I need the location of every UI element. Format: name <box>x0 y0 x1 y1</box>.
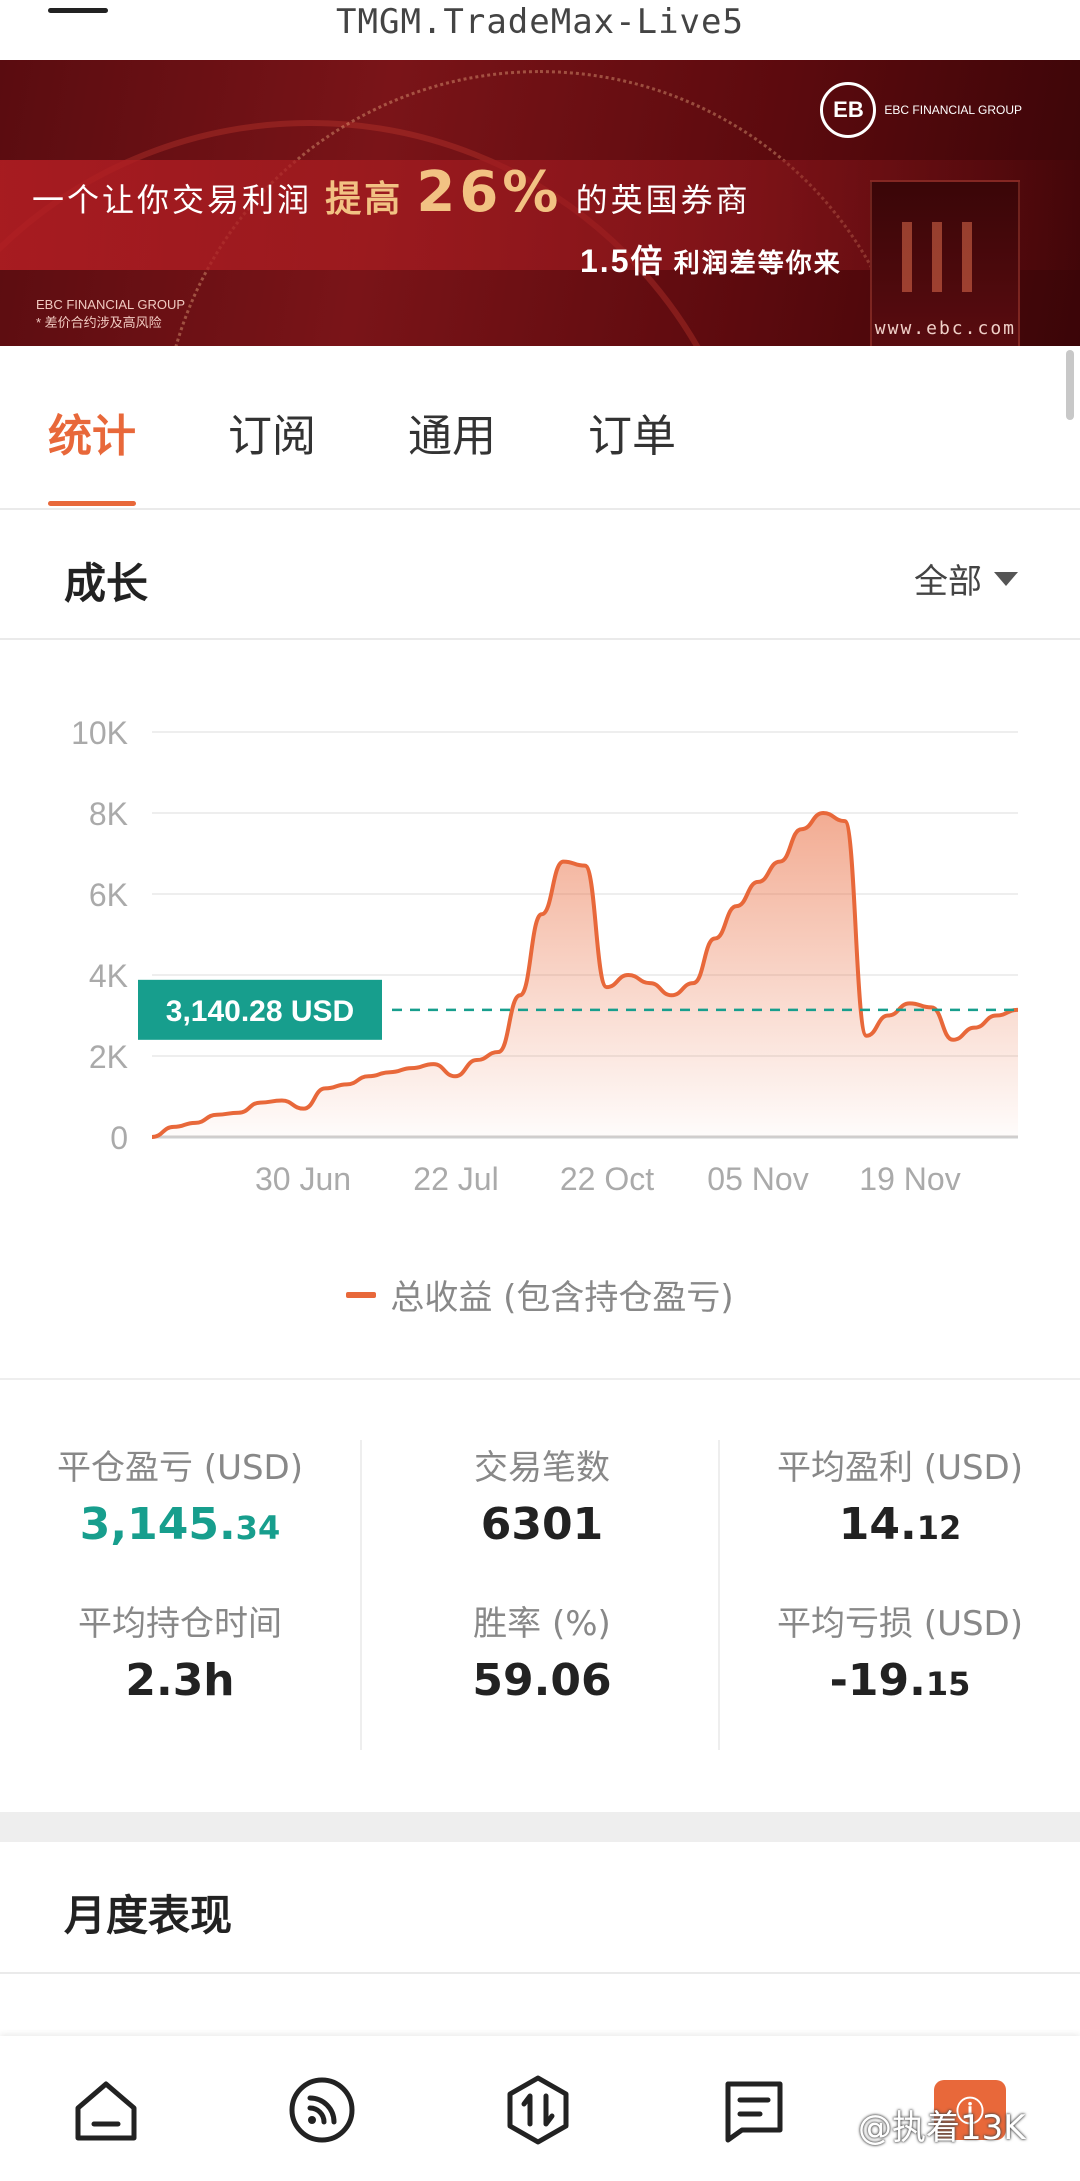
legend-swatch <box>346 1291 377 1298</box>
stats-column: 平仓盈亏 (USD) 3,145.34 平均持仓时间 2.3h <box>0 1440 360 1750</box>
y-tick-label: 6K <box>89 877 128 913</box>
nav-orders[interactable] <box>718 2074 790 2146</box>
y-tick-label: 8K <box>89 796 128 832</box>
stats-column: 平均盈利 (USD) 14.12 平均亏损 (USD) -19.15 <box>720 1440 1080 1750</box>
stat-value: 59.06 <box>472 1655 612 1706</box>
current-value-label: 3,140.28 USD <box>166 995 354 1028</box>
y-tick-label: 10K <box>71 715 128 751</box>
tab-orders[interactable]: 订单 <box>588 346 676 506</box>
tab-statistics[interactable]: 统计 <box>48 346 136 506</box>
stat-value: 6301 <box>480 1499 604 1550</box>
stat-avg-hold-time: 平均持仓时间 2.3h <box>0 1596 360 1706</box>
stat-avg-profit: 平均盈利 (USD) 14.12 <box>720 1440 1080 1550</box>
tab-bar: 统计 订阅 通用 订单 <box>0 346 1080 506</box>
section-gap <box>0 1812 1080 1842</box>
y-tick-label: 0 <box>110 1120 128 1156</box>
stat-value: 2.3h <box>125 1655 235 1706</box>
stat-label: 平仓盈亏 (USD) <box>57 1448 303 1488</box>
stat-label: 交易笔数 <box>474 1448 610 1488</box>
x-tick-label: 05 Nov <box>707 1161 808 1197</box>
stat-label: 平均盈利 (USD) <box>777 1448 1023 1488</box>
growth-chart[interactable]: 0 2K 4K 6K 8K 10K 30 Jun 22 Jul 22 Oct 05 Nov 19 N… <box>0 640 1080 1380</box>
home-icon <box>75 2081 137 2141</box>
banner-url: www.ebc.com <box>874 318 1016 339</box>
watermark: @执着13K <box>858 2108 1026 2148</box>
ebc-logo: EB EBC FINANCIAL GROUP <box>820 82 1022 138</box>
growth-chart-svg: 0 2K 4K 6K 8K 10K 30 Jun 22 Jul 22 Oct 05 Nov 19 N… <box>71 715 1019 1197</box>
growth-filter-dropdown[interactable]: 全部 <box>914 554 1018 603</box>
feed-icon <box>289 2077 355 2143</box>
ad-banner[interactable]: 一个让你交易利润 提高 26% 的英国券商 1.5倍 利润差等你来 EBC FI… <box>0 60 1080 346</box>
tab-subscriptions[interactable]: 订阅 <box>228 346 316 506</box>
legend-label: 总收益 (包含持仓盈亏) <box>390 1278 734 1318</box>
stat-label: 平均持仓时间 <box>78 1604 282 1644</box>
growth-title: 成长 <box>64 559 149 608</box>
nav-feed[interactable] <box>286 2074 358 2146</box>
y-tick-label: 2K <box>89 1039 128 1075</box>
caret-down-icon <box>994 571 1018 586</box>
monthly-section-header: 月度表现 <box>0 1842 1080 1974</box>
banner-brand: EBC FINANCIAL GROUP * 差价合约涉及高风险 <box>36 297 186 330</box>
stat-trade-count: 交易笔数 6301 <box>362 1440 722 1550</box>
nav-home[interactable] <box>70 2074 142 2146</box>
orders-icon <box>725 2081 783 2143</box>
trade-icon <box>507 2075 569 2145</box>
stat-value: 14.12 <box>838 1499 962 1550</box>
stat-avg-loss: 平均亏损 (USD) -19.15 <box>720 1596 1080 1706</box>
x-tick-label: 22 Jul <box>413 1161 498 1197</box>
stat-value: -19.15 <box>829 1655 971 1706</box>
stat-closed-pnl: 平仓盈亏 (USD) 3,145.34 <box>0 1440 360 1550</box>
stats-column: 交易笔数 6301 胜率 (%) 59.06 <box>360 1440 720 1750</box>
y-tick-label: 4K <box>89 958 128 994</box>
growth-section-header: 成长 全部 <box>0 510 1080 640</box>
stat-label: 平均亏损 (USD) <box>777 1604 1023 1644</box>
x-tick-label: 19 Nov <box>859 1161 960 1197</box>
stats-grid: 平仓盈亏 (USD) 3,145.34 平均持仓时间 2.3h 交易笔数 630… <box>0 1380 1080 1810</box>
chart-legend[interactable]: 总收益 (包含持仓盈亏) <box>0 1270 1080 1319</box>
banner-headline: 一个让你交易利润 提高 26% 的英国券商 <box>32 160 751 225</box>
stat-label: 胜率 (%) <box>473 1604 611 1644</box>
nav-trade[interactable] <box>502 2074 574 2146</box>
stat-win-rate: 胜率 (%) 59.06 <box>362 1596 722 1706</box>
growth-filter-label: 全部 <box>914 562 982 602</box>
banner-subline: 1.5倍 利润差等你来 <box>580 243 842 279</box>
stat-value: 3,145.34 <box>79 1499 281 1550</box>
top-bar: TMGM.TradeMax-Live5 <box>0 0 1080 60</box>
ebc-logo-icon: EB <box>820 82 877 138</box>
window-title: TMGM.TradeMax-Live5 <box>336 2 744 42</box>
monthly-title: 月度表现 <box>64 1891 233 1940</box>
x-tick-label: 22 Oct <box>560 1161 654 1197</box>
tab-general[interactable]: 通用 <box>408 346 496 506</box>
x-tick-label: 30 Jun <box>255 1161 351 1197</box>
